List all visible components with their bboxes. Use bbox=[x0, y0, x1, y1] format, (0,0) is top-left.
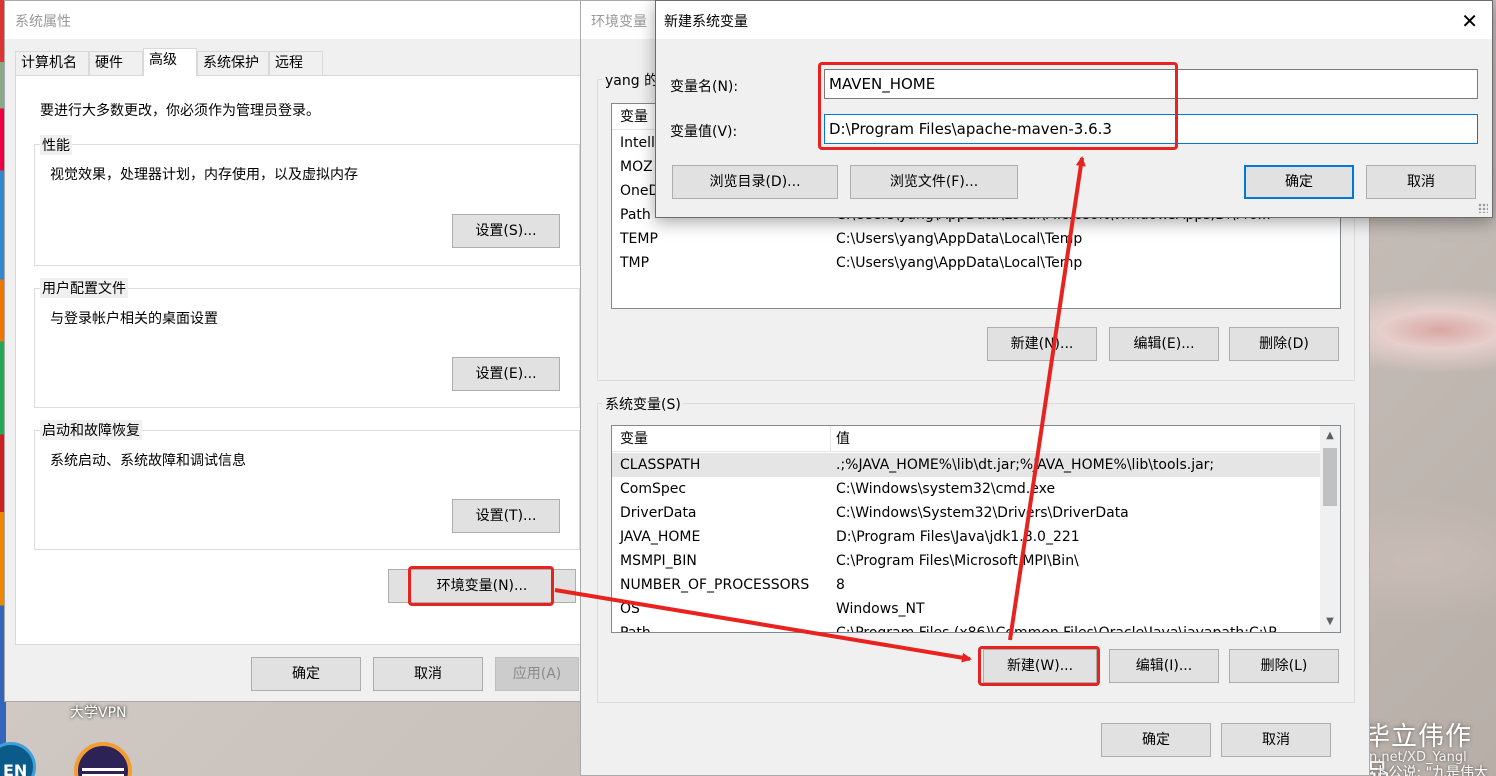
table-row[interactable]: DriverData C:\Windows\System32\Drivers\D… bbox=[612, 501, 1320, 525]
table-row[interactable]: MSMPI_BIN C:\Program Files\Microsoft MPI… bbox=[612, 549, 1320, 573]
table-row[interactable]: NUMBER_OF_PROCESSORS 8 bbox=[612, 573, 1320, 597]
system-list-scrollbar[interactable]: ▲ ▼ bbox=[1320, 426, 1340, 632]
table-row[interactable]: OS Windows_NT bbox=[612, 597, 1320, 621]
table-row[interactable]: ComSpec C:\Windows\system32\cmd.exe bbox=[612, 477, 1320, 501]
performance-label: 性能 bbox=[40, 135, 72, 155]
user-profiles-settings-button[interactable]: 设置(E)... bbox=[452, 357, 560, 391]
table-row-selected[interactable]: CLASSPATH .;%JAVA_HOME%\lib\dt.jar;%JAVA… bbox=[612, 453, 1320, 477]
startup-recovery-description: 系统启动、系统故障和调试信息 bbox=[50, 453, 246, 469]
new-variable-titlebar[interactable]: 新建系统变量 ✕ bbox=[656, 1, 1492, 39]
row-name: Path bbox=[620, 207, 651, 223]
environment-variables-cancel-button[interactable]: 取消 bbox=[1221, 723, 1331, 757]
system-list-header: 变量 值 bbox=[612, 426, 1340, 452]
tab-advanced[interactable]: 高级 bbox=[143, 48, 197, 76]
system-properties-titlebar[interactable]: 系统属性 bbox=[5, 1, 593, 39]
table-row[interactable]: TEMP C:\Users\yang\AppData\Local\Temp bbox=[612, 227, 1340, 251]
tab-system-protection[interactable]: 系统保护 bbox=[197, 51, 269, 75]
row-value: C:\Windows\system32\cmd.exe bbox=[836, 481, 1056, 497]
system-properties-cancel-button[interactable]: 取消 bbox=[373, 657, 483, 691]
row-value: C:\Users\yang\AppData\Local\Temp bbox=[836, 255, 1083, 271]
new-variable-ok-button[interactable]: 确定 bbox=[1244, 165, 1354, 199]
scroll-thumb[interactable] bbox=[1323, 448, 1337, 506]
system-variables-list[interactable]: 变量 值 CLASSPATH .;%JAVA_HOME%\lib\dt.jar;… bbox=[611, 425, 1341, 633]
row-name: OneD bbox=[620, 183, 660, 199]
annotation-highlight-env-button bbox=[408, 566, 554, 606]
row-value: 8 bbox=[836, 577, 845, 593]
column-separator bbox=[830, 426, 831, 452]
dialog-title: 新建系统变量 bbox=[664, 14, 748, 30]
user-new-button[interactable]: 新建(N)... bbox=[987, 327, 1097, 361]
user-profiles-label: 用户配置文件 bbox=[40, 278, 128, 298]
row-name: JAVA_HOME bbox=[620, 529, 701, 545]
row-name: OS bbox=[620, 601, 640, 617]
row-name: CLASSPATH bbox=[620, 457, 701, 473]
user-profiles-description: 与登录帐户相关的桌面设置 bbox=[50, 311, 218, 327]
table-row[interactable]: JAVA_HOME D:\Program Files\Java\jdk1.8.0… bbox=[612, 525, 1320, 549]
row-name: Intell bbox=[620, 135, 655, 151]
annotation-highlight-fields bbox=[818, 62, 1178, 150]
row-value: C:\Users\yang\AppData\Local\Temp bbox=[836, 231, 1083, 247]
row-value: Windows_NT bbox=[836, 601, 925, 617]
row-value: C:\Program Files (x86)\Common Files\Orac… bbox=[836, 625, 1288, 633]
row-value: .;%JAVA_HOME%\lib\dt.jar;%JAVA_HOME%\lib… bbox=[836, 457, 1215, 473]
variable-value-label: 变量值(V): bbox=[670, 124, 738, 140]
advanced-tab-panel: 要进行大多数更改，你必须作为管理员登录。 性能 视觉效果，处理器计划，内存使用，… bbox=[15, 75, 585, 645]
scroll-down-icon[interactable]: ▼ bbox=[1320, 612, 1340, 632]
window-title: 系统属性 bbox=[15, 14, 71, 30]
column-variable[interactable]: 变量 bbox=[620, 426, 648, 452]
annotation-highlight-new-button bbox=[978, 646, 1100, 686]
user-edit-button[interactable]: 编辑(E)... bbox=[1109, 327, 1219, 361]
performance-settings-button[interactable]: 设置(S)... bbox=[452, 214, 560, 248]
scroll-up-icon[interactable]: ▲ bbox=[1320, 426, 1340, 446]
tab-computer-name[interactable]: 计算机名 bbox=[15, 51, 89, 75]
row-value: C:\Program Files\Microsoft MPI\Bin\ bbox=[836, 553, 1079, 569]
resize-grip-icon[interactable] bbox=[1478, 203, 1488, 213]
row-value: D:\Program Files\Java\jdk1.8.0_221 bbox=[836, 529, 1080, 545]
row-name: MSMPI_BIN bbox=[620, 553, 697, 569]
tab-hardware[interactable]: 硬件 bbox=[89, 51, 143, 75]
watermark-subtitle: ·卜公说: "九是伟大 bbox=[1370, 765, 1489, 776]
row-name: Path bbox=[620, 625, 651, 633]
row-name: TEMP bbox=[620, 231, 658, 247]
admin-note: 要进行大多数更改，你必须作为管理员登录。 bbox=[40, 103, 320, 119]
browse-directory-button[interactable]: 浏览目录(D)... bbox=[672, 165, 838, 199]
browse-file-button[interactable]: 浏览文件(F)... bbox=[850, 165, 1018, 199]
user-delete-button[interactable]: 删除(D) bbox=[1229, 327, 1339, 361]
table-row[interactable]: Path C:\Program Files (x86)\Common Files… bbox=[612, 621, 1320, 633]
row-name: TMP bbox=[620, 255, 650, 271]
row-value: C:\Windows\System32\Drivers\DriverData bbox=[836, 505, 1129, 521]
performance-description: 视觉效果，处理器计划，内存使用，以及虚拟内存 bbox=[50, 167, 358, 183]
system-properties-apply-button[interactable]: 应用(A) bbox=[495, 657, 579, 691]
system-edit-button[interactable]: 编辑(I)... bbox=[1109, 649, 1219, 683]
row-name: MOZ bbox=[620, 159, 653, 175]
close-icon[interactable]: ✕ bbox=[1461, 9, 1478, 33]
desktop-vpn-label[interactable]: 大学VPN bbox=[70, 702, 127, 722]
new-variable-cancel-button[interactable]: 取消 bbox=[1366, 165, 1476, 199]
system-variables-label: 系统变量(S) bbox=[603, 394, 683, 414]
row-name: ComSpec bbox=[620, 481, 687, 497]
startup-recovery-settings-button[interactable]: 设置(T)... bbox=[452, 499, 560, 533]
user-variables-label: yang 的 bbox=[603, 70, 661, 90]
system-properties-ok-button[interactable]: 确定 bbox=[251, 657, 361, 691]
user-list-header-variable: 变量 bbox=[620, 109, 648, 125]
window-title: 环境变量 bbox=[591, 14, 647, 30]
row-name: DriverData bbox=[620, 505, 697, 521]
row-name: NUMBER_OF_PROCESSORS bbox=[620, 577, 810, 593]
column-value[interactable]: 值 bbox=[836, 426, 850, 452]
table-row[interactable]: TMP C:\Users\yang\AppData\Local\Temp bbox=[612, 251, 1340, 275]
tab-remote[interactable]: 远程 bbox=[269, 51, 323, 75]
variable-name-label: 变量名(N): bbox=[670, 79, 739, 95]
startup-recovery-label: 启动和故障恢复 bbox=[40, 420, 142, 440]
system-delete-button[interactable]: 删除(L) bbox=[1229, 649, 1339, 683]
environment-variables-ok-button[interactable]: 确定 bbox=[1101, 723, 1211, 757]
